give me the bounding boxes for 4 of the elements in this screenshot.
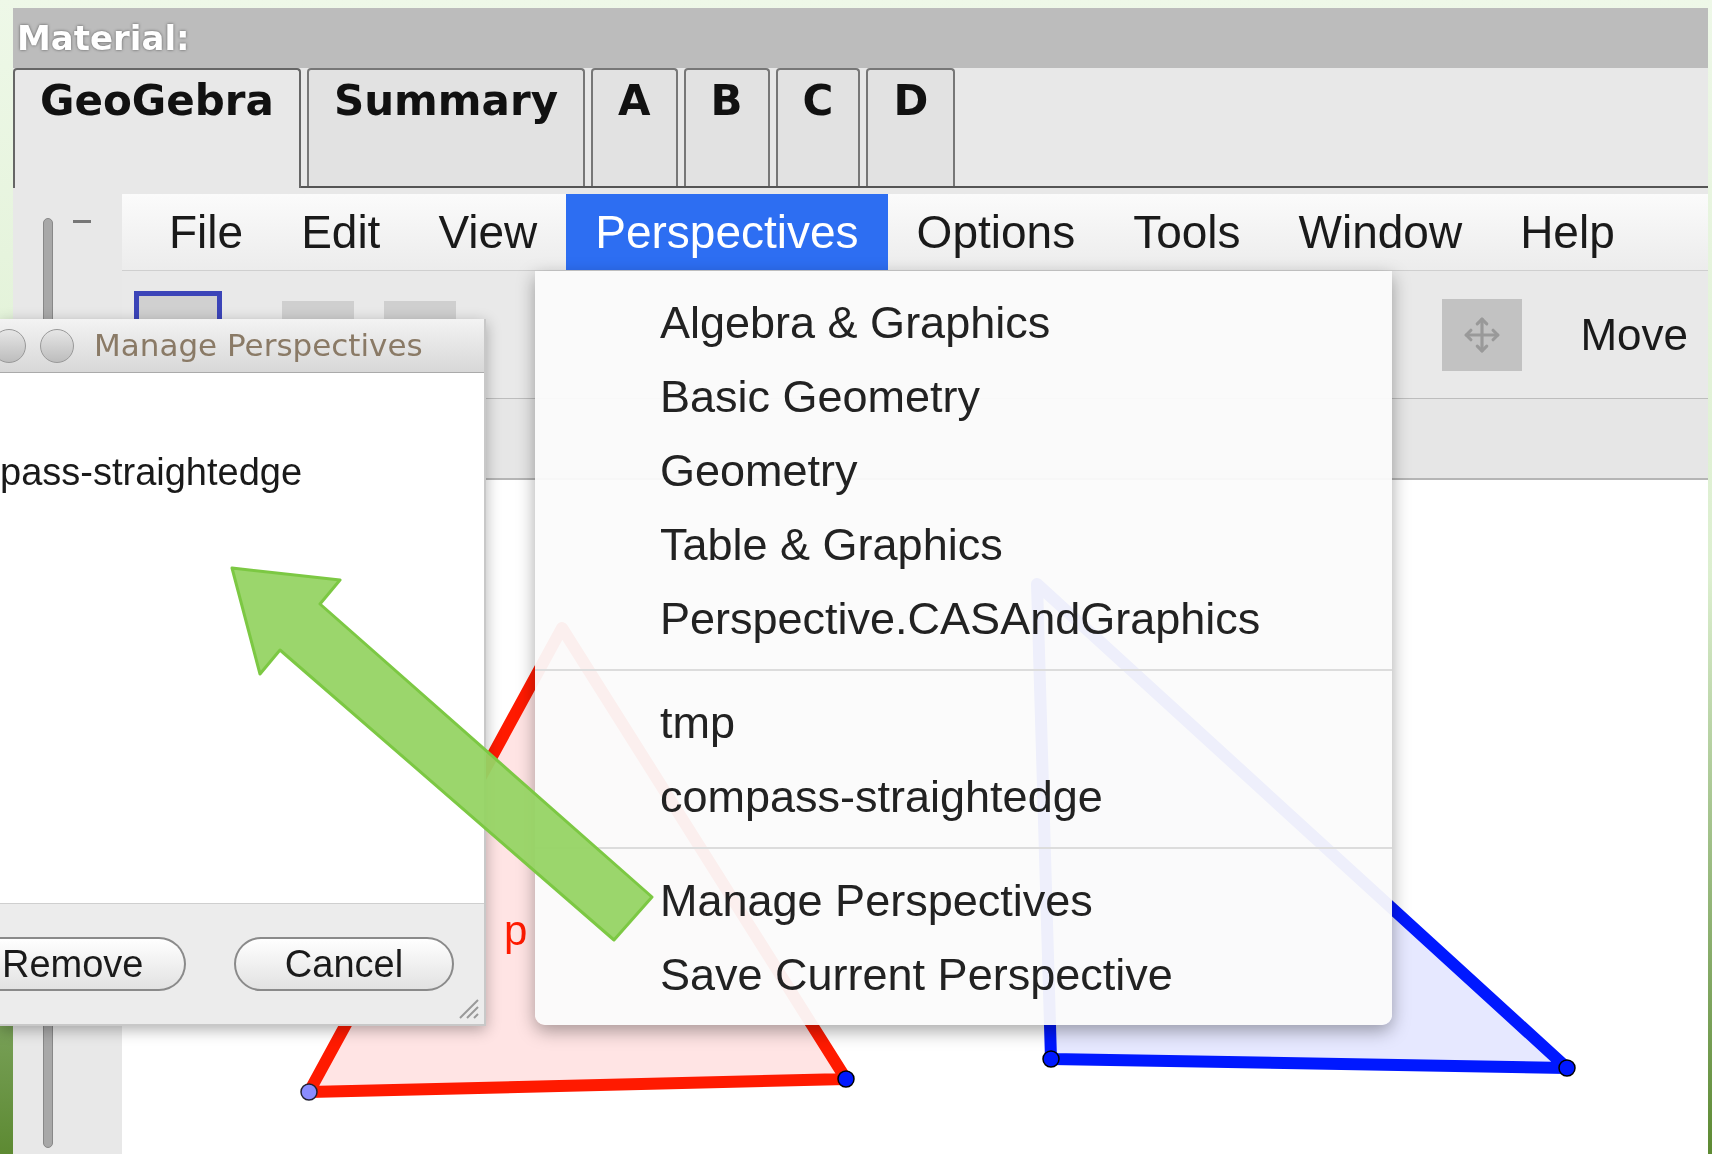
- dialog-title: Manage Perspectives: [94, 330, 423, 361]
- tool-name: Move: [1580, 308, 1688, 361]
- polygon-label: p: [504, 910, 528, 952]
- material-label: Material:: [17, 21, 190, 55]
